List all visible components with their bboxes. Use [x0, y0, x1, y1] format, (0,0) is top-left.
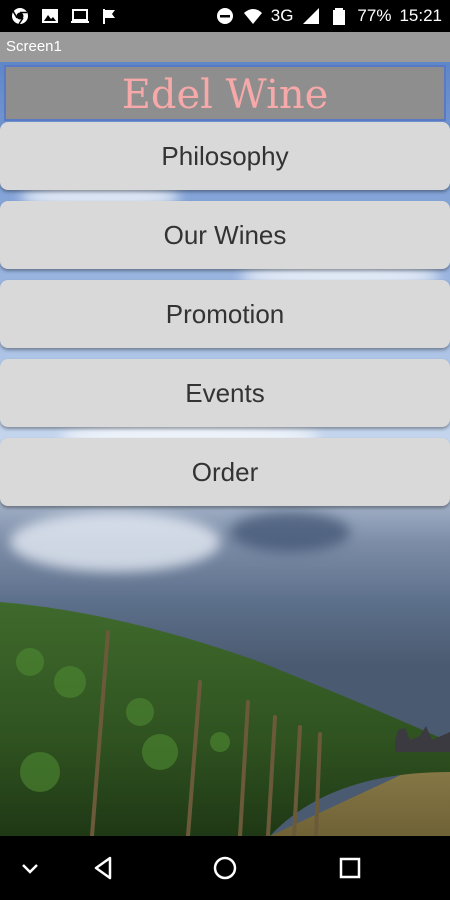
order-button[interactable]: Order: [0, 438, 450, 506]
flag-icon: [103, 9, 115, 24]
main-content: Edel Wine Philosophy Our Wines Promotion…: [0, 62, 450, 836]
status-bar: 3G 77% 15:21: [0, 0, 450, 32]
chrome-icon: [12, 8, 28, 25]
chevron-down-icon[interactable]: [16, 854, 44, 882]
battery-level: 77%: [357, 6, 392, 25]
app-header: Edel Wine: [4, 65, 446, 121]
app-header-title: Edel Wine: [121, 72, 329, 118]
philosophy-button[interactable]: Philosophy: [0, 122, 450, 190]
network-type: 3G: [270, 6, 294, 25]
signal-icon: [303, 8, 320, 24]
do-not-disturb-icon: [216, 8, 233, 24]
image-icon: [42, 9, 58, 23]
wifi-icon: [243, 9, 262, 24]
status-right-icons: 3G 77% 15:21: [215, 6, 442, 26]
clock-time: 15:21: [399, 6, 442, 25]
app-title-bar: Screen1: [0, 32, 450, 62]
background-vineyard-image: [0, 602, 450, 836]
home-icon[interactable]: [211, 854, 239, 882]
screen-title: Screen1: [6, 38, 62, 55]
recents-icon[interactable]: [336, 854, 364, 882]
back-icon[interactable]: [90, 854, 118, 882]
battery-icon: [333, 8, 346, 25]
laptop-icon: [71, 9, 89, 23]
status-left-icons: [10, 6, 120, 26]
system-nav-bar: [0, 836, 450, 900]
our-wines-button[interactable]: Our Wines: [0, 201, 450, 269]
events-button[interactable]: Events: [0, 359, 450, 427]
promotion-button[interactable]: Promotion: [0, 280, 450, 348]
